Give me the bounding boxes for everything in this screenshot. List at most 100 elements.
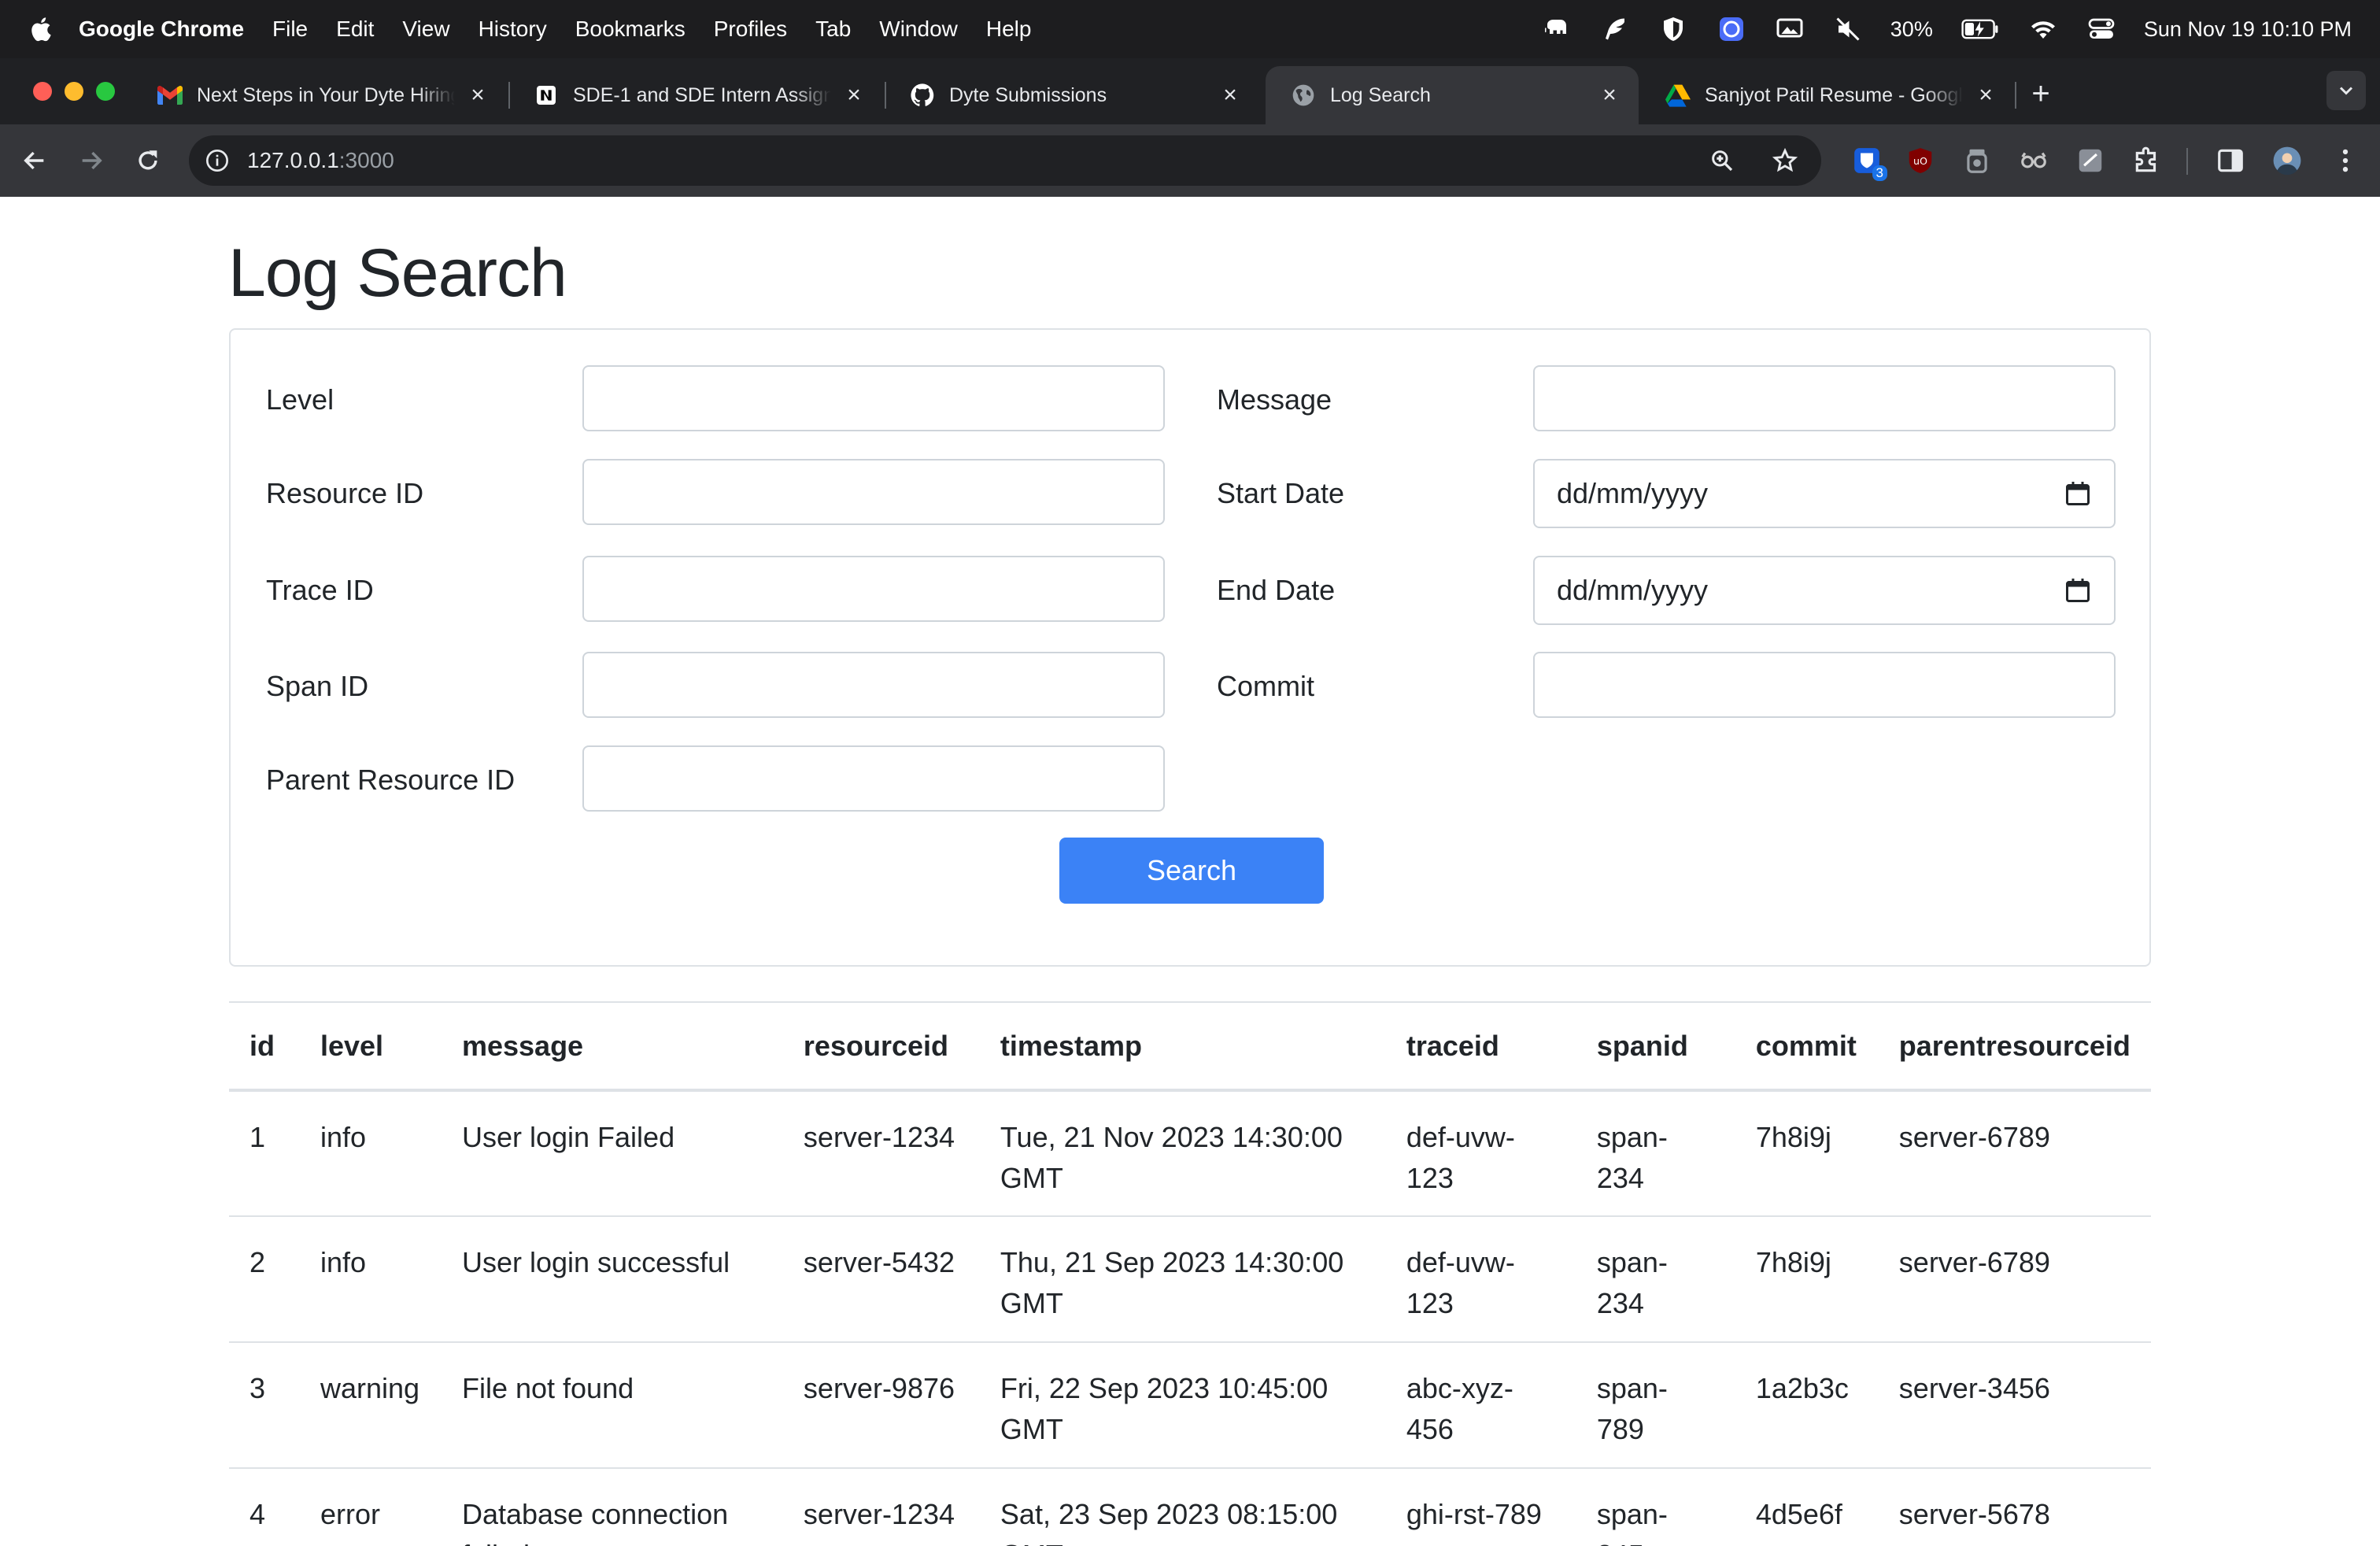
browser-toolbar: 127.0.0.1:3000 3 uO bbox=[0, 124, 2380, 197]
close-icon[interactable]: × bbox=[1596, 82, 1623, 109]
menu-file[interactable]: File bbox=[272, 17, 308, 42]
close-icon[interactable]: × bbox=[464, 82, 491, 109]
cell-spanid: span-789 bbox=[1576, 1342, 1735, 1469]
column-header-resourceid[interactable]: resourceid bbox=[782, 1001, 980, 1092]
level-input[interactable] bbox=[582, 365, 1165, 431]
span-id-input[interactable] bbox=[582, 652, 1165, 718]
menu-app-name[interactable]: Google Chrome bbox=[79, 17, 244, 42]
menu-help[interactable]: Help bbox=[986, 17, 1032, 42]
calendar-icon[interactable] bbox=[2064, 576, 2092, 605]
resource-id-input[interactable] bbox=[582, 459, 1165, 525]
cell-message: Database connection failed bbox=[441, 1468, 783, 1546]
menu-profiles[interactable]: Profiles bbox=[714, 17, 787, 42]
column-header-traceid[interactable]: traceid bbox=[1385, 1001, 1576, 1092]
close-icon[interactable]: × bbox=[1217, 82, 1244, 109]
site-info-icon[interactable] bbox=[201, 145, 233, 176]
menu-tab[interactable]: Tab bbox=[815, 17, 851, 42]
vpn-app-icon[interactable] bbox=[1716, 13, 1747, 45]
battery-percentage: 30% bbox=[1890, 17, 1933, 41]
elephant-app-icon[interactable] bbox=[1541, 13, 1572, 45]
control-center-icon[interactable] bbox=[2086, 13, 2117, 45]
table-header-row: id level message resourceid timestamp tr… bbox=[229, 1001, 2151, 1092]
cell-resourceid: server-5432 bbox=[782, 1216, 980, 1343]
cell-level: error bbox=[299, 1468, 442, 1546]
back-button[interactable] bbox=[16, 142, 54, 179]
message-input[interactable] bbox=[1533, 365, 2116, 431]
close-icon[interactable]: × bbox=[841, 82, 867, 109]
ublock-extension-icon[interactable]: uO bbox=[1901, 142, 1939, 179]
screen-share-icon[interactable] bbox=[1774, 13, 1805, 45]
address-bar[interactable]: 127.0.0.1:3000 bbox=[189, 135, 1821, 186]
cell-timestamp: Thu, 21 Sep 2023 14:30:00 GMT bbox=[979, 1216, 1386, 1343]
sound-muted-icon[interactable] bbox=[1832, 13, 1864, 45]
url-port: :3000 bbox=[338, 148, 394, 172]
url-text[interactable]: 127.0.0.1:3000 bbox=[247, 148, 394, 173]
shield-icon[interactable] bbox=[1658, 13, 1689, 45]
calendar-icon[interactable] bbox=[2064, 479, 2092, 508]
menu-window[interactable]: Window bbox=[879, 17, 958, 42]
column-header-level[interactable]: level bbox=[299, 1001, 442, 1092]
bitwarden-extension-icon[interactable]: 3 bbox=[1848, 142, 1887, 181]
tab-dyte-hiring-email[interactable]: Next Steps in Your Dyte Hiring Process × bbox=[132, 66, 507, 124]
menubar-clock[interactable]: Sun Nov 19 10:10 PM bbox=[2144, 17, 2352, 42]
column-header-commit[interactable]: commit bbox=[1735, 1001, 1879, 1092]
side-panel-icon[interactable] bbox=[2212, 142, 2249, 179]
window-zoom-button[interactable] bbox=[96, 82, 115, 101]
apple-menu-icon[interactable] bbox=[28, 16, 52, 43]
parent-resource-id-input[interactable] bbox=[582, 745, 1165, 812]
column-header-message[interactable]: message bbox=[441, 1001, 783, 1092]
column-header-parentresourceid[interactable]: parentresourceid bbox=[1878, 1001, 2151, 1092]
column-header-spanid[interactable]: spanid bbox=[1576, 1001, 1735, 1092]
page-content: Log Search Level Message Resource ID Sta… bbox=[0, 197, 2380, 1546]
window-minimize-button[interactable] bbox=[65, 82, 83, 101]
forward-button[interactable] bbox=[72, 142, 110, 179]
bookmark-star-icon[interactable] bbox=[1769, 145, 1801, 176]
extensions-puzzle-icon[interactable] bbox=[2128, 142, 2166, 179]
cell-message: File not found bbox=[441, 1342, 783, 1469]
reload-button[interactable] bbox=[129, 142, 167, 179]
cell-resourceid: server-1234 bbox=[782, 1468, 980, 1546]
arrow-left-icon bbox=[24, 151, 44, 170]
column-header-timestamp[interactable]: timestamp bbox=[979, 1001, 1386, 1092]
cell-parentresourceid: server-5678 bbox=[1878, 1468, 2151, 1546]
cell-timestamp: Sat, 23 Sep 2023 08:15:00 GMT bbox=[979, 1468, 1386, 1546]
github-icon bbox=[910, 83, 935, 108]
tab-sde-assignment[interactable]: SDE-1 and SDE Intern Assignment × bbox=[508, 66, 883, 124]
jar-extension-icon[interactable] bbox=[1958, 142, 1996, 179]
window-close-button[interactable] bbox=[33, 82, 52, 101]
end-date-input[interactable]: dd/mm/yyyy bbox=[1533, 556, 2116, 625]
tab-search-button[interactable] bbox=[2326, 71, 2366, 110]
table-row: 3 warning File not found server-9876 Fri… bbox=[229, 1342, 2151, 1469]
tab-log-search[interactable]: Log Search × bbox=[1266, 66, 1639, 124]
close-icon[interactable]: × bbox=[1972, 82, 1999, 109]
new-tab-button[interactable]: + bbox=[2024, 76, 2057, 111]
tab-title: SDE-1 and SDE Intern Assignment bbox=[573, 83, 831, 106]
reader-glasses-extension-icon[interactable] bbox=[2015, 142, 2053, 179]
menu-bookmarks[interactable]: Bookmarks bbox=[575, 17, 686, 42]
span-id-label: Span ID bbox=[266, 670, 369, 702]
search-button[interactable]: Search bbox=[1059, 838, 1324, 904]
cell-resourceid: server-9876 bbox=[782, 1342, 980, 1469]
cell-parentresourceid: server-3456 bbox=[1878, 1342, 2151, 1469]
column-header-id[interactable]: id bbox=[229, 1001, 300, 1092]
notes-extension-icon[interactable] bbox=[2071, 142, 2109, 179]
profile-avatar[interactable] bbox=[2268, 142, 2306, 179]
trace-id-input[interactable] bbox=[582, 556, 1165, 622]
menu-history[interactable]: History bbox=[479, 17, 547, 42]
cell-id: 2 bbox=[229, 1216, 300, 1343]
start-date-input[interactable]: dd/mm/yyyy bbox=[1533, 459, 2116, 528]
wifi-icon[interactable] bbox=[2027, 13, 2059, 45]
tab-resume-drive[interactable]: Sanjyot Patil Resume - Google Drive × bbox=[1640, 66, 2015, 124]
tab-dyte-submissions[interactable]: Dyte Submissions × bbox=[885, 66, 1259, 124]
zoom-icon[interactable] bbox=[1706, 145, 1738, 176]
menu-edit[interactable]: Edit bbox=[336, 17, 374, 42]
menu-view[interactable]: View bbox=[402, 17, 449, 42]
log-results-table: id level message resourceid timestamp tr… bbox=[229, 1001, 2151, 1546]
commit-input[interactable] bbox=[1533, 652, 2116, 718]
chrome-menu-button[interactable] bbox=[2326, 142, 2364, 179]
message-label: Message bbox=[1217, 383, 1332, 416]
gmail-icon bbox=[157, 83, 183, 108]
battery-charging-icon[interactable] bbox=[1960, 13, 2001, 45]
tab-title: Next Steps in Your Dyte Hiring Process bbox=[197, 83, 455, 106]
feather-app-icon[interactable] bbox=[1599, 13, 1631, 45]
